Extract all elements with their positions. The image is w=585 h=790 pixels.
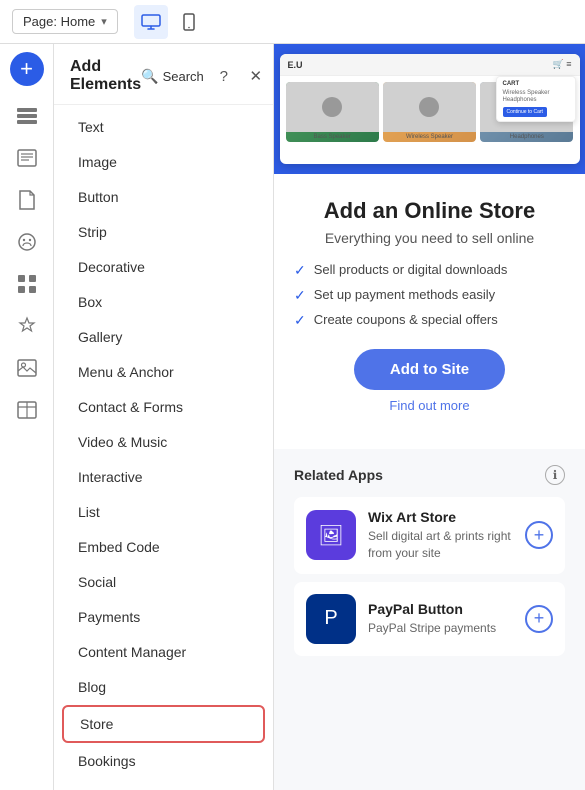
- info-icon[interactable]: ℹ: [545, 465, 565, 485]
- app-desc-paypal-button: PayPal Stripe payments: [368, 620, 513, 637]
- app-icon-paypal-button: P: [306, 594, 356, 644]
- related-apps-header: Related Apps ℹ: [294, 465, 565, 485]
- element-item-blog[interactable]: Blog: [62, 670, 265, 704]
- content-panel: E.U 🛒 ≡ Bass Speaker Wireless Speaker He…: [274, 44, 585, 790]
- app-item-wix-art-store: 🖼 Wix Art Store Sell digital art & print…: [294, 497, 565, 574]
- app-name-paypal-button: PayPal Button: [368, 601, 513, 617]
- help-icon: ?: [220, 68, 228, 85]
- store-preview: E.U 🛒 ≡ Bass Speaker Wireless Speaker He…: [274, 44, 585, 174]
- element-item-embed-code[interactable]: Embed Code: [62, 530, 265, 564]
- product-label-3: Headphones: [480, 132, 573, 142]
- element-item-list[interactable]: List: [62, 495, 265, 529]
- cart-overlay: CART Wireless Speaker Headphones Continu…: [496, 76, 576, 122]
- element-item-image[interactable]: Image: [62, 145, 265, 179]
- element-item-content-manager[interactable]: Content Manager: [62, 635, 265, 669]
- check-icon: ✓: [294, 287, 306, 304]
- find-out-more-link[interactable]: Find out more: [294, 398, 565, 413]
- product-label-2: Wireless Speaker: [383, 132, 476, 142]
- check-icon: ✓: [294, 312, 306, 329]
- apps-list: 🖼 Wix Art Store Sell digital art & print…: [294, 497, 565, 656]
- element-item-bookings[interactable]: Bookings: [62, 744, 265, 778]
- device-icons: [134, 5, 206, 39]
- element-item-gallery[interactable]: Gallery: [62, 320, 265, 354]
- page-label: Page: Home: [23, 14, 95, 29]
- app-info-wix-art-store: Wix Art Store Sell digital art & prints …: [368, 509, 513, 562]
- feature-item: ✓Create coupons & special offers: [294, 312, 565, 329]
- related-apps-section: Related Apps ℹ 🖼 Wix Art Store Sell digi…: [274, 449, 585, 680]
- close-icon: ✕: [249, 67, 262, 85]
- mockup-product-2: Wireless Speaker: [383, 82, 476, 142]
- app-item-paypal-button: P PayPal Button PayPal Stripe payments +: [294, 582, 565, 656]
- store-info: Add an Online Store Everything you need …: [274, 174, 585, 449]
- panel-header-actions: 🔍 Search ? ✕: [141, 64, 268, 88]
- feature-item: ✓Set up payment methods easily: [294, 287, 565, 304]
- left-sidebar: +: [0, 44, 54, 790]
- sidebar-icon-elements[interactable]: [7, 96, 47, 136]
- sidebar-icon-apps[interactable]: [7, 264, 47, 304]
- element-item-button[interactable]: Button: [62, 180, 265, 214]
- element-item-text[interactable]: Text: [62, 110, 265, 144]
- element-item-strip[interactable]: Strip: [62, 215, 265, 249]
- feature-item: ✓Sell products or digital downloads: [294, 262, 565, 279]
- element-item-store[interactable]: Store: [62, 705, 265, 743]
- add-button[interactable]: +: [10, 52, 44, 86]
- store-title: Add an Online Store: [294, 198, 565, 224]
- element-item-video-music[interactable]: Video & Music: [62, 425, 265, 459]
- add-to-site-button[interactable]: Add to Site: [354, 349, 505, 390]
- element-item-menu-anchor[interactable]: Menu & Anchor: [62, 355, 265, 389]
- chevron-down-icon: ▾: [101, 15, 107, 28]
- elements-list: TextImageButtonStripDecorativeBoxGallery…: [54, 105, 273, 790]
- sidebar-icon-blog[interactable]: [7, 138, 47, 178]
- sidebar-icon-pages[interactable]: [7, 180, 47, 220]
- search-icon: 🔍: [141, 68, 158, 85]
- element-item-payments[interactable]: Payments: [62, 600, 265, 634]
- mobile-device-btn[interactable]: [172, 5, 206, 39]
- sidebar-icon-tables[interactable]: [7, 390, 47, 430]
- main-area: Add Elements 🔍 Search ? ✕ TextImageButto…: [54, 44, 585, 790]
- mockup-logo: E.U: [288, 60, 303, 70]
- element-item-social[interactable]: Social: [62, 565, 265, 599]
- add-app-btn-paypal-button[interactable]: +: [525, 605, 553, 633]
- sidebar-icon-design[interactable]: [7, 222, 47, 262]
- sidebar-icon-media[interactable]: [7, 348, 47, 388]
- related-apps-title: Related Apps: [294, 467, 383, 483]
- mockup-cart: 🛒 ≡: [553, 59, 572, 70]
- search-label: Search: [163, 69, 204, 84]
- product-label-1: Bass Speaker: [286, 132, 379, 142]
- app-desc-wix-art-store: Sell digital art & prints right from you…: [368, 528, 513, 562]
- search-button[interactable]: 🔍 Search: [141, 68, 204, 85]
- element-item-box[interactable]: Box: [62, 285, 265, 319]
- mockup-product-1: Bass Speaker: [286, 82, 379, 142]
- top-bar: Page: Home ▾: [0, 0, 585, 44]
- element-item-contact-forms[interactable]: Contact & Forms: [62, 390, 265, 424]
- desktop-device-btn[interactable]: [134, 5, 168, 39]
- page-selector[interactable]: Page: Home ▾: [12, 9, 118, 34]
- close-button[interactable]: ✕: [244, 64, 268, 88]
- store-subtitle: Everything you need to sell online: [294, 230, 565, 246]
- panel-header: Add Elements 🔍 Search ? ✕: [54, 44, 273, 105]
- element-item-decorative[interactable]: Decorative: [62, 250, 265, 284]
- element-item-interactive[interactable]: Interactive: [62, 460, 265, 494]
- help-button[interactable]: ?: [212, 64, 236, 88]
- add-app-btn-wix-art-store[interactable]: +: [525, 521, 553, 549]
- check-icon: ✓: [294, 262, 306, 279]
- app-name-wix-art-store: Wix Art Store: [368, 509, 513, 525]
- app-icon-wix-art-store: 🖼: [306, 510, 356, 560]
- sidebar-icon-widgets[interactable]: [7, 306, 47, 346]
- features-list: ✓Sell products or digital downloads ✓Set …: [294, 262, 565, 329]
- add-elements-panel: Add Elements 🔍 Search ? ✕ TextImageButto…: [54, 44, 274, 790]
- app-info-paypal-button: PayPal Button PayPal Stripe payments: [368, 601, 513, 637]
- preview-mockup: E.U 🛒 ≡ Bass Speaker Wireless Speaker He…: [280, 54, 580, 164]
- panel-title: Add Elements: [70, 58, 141, 94]
